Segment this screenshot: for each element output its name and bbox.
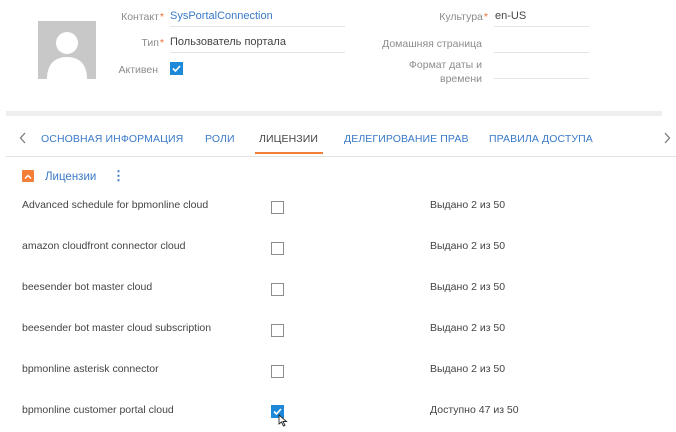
tab-roles[interactable]: РОЛИ xyxy=(205,133,235,145)
type-field[interactable]: Пользователь портала xyxy=(170,36,286,48)
active-tab-indicator xyxy=(255,152,323,154)
license-checkbox[interactable] xyxy=(271,201,284,214)
tab-bar: ОСНОВНАЯ ИНФОРМАЦИЯ РОЛИ ЛИЦЕНЗИИ ДЕЛЕГИ… xyxy=(6,126,676,157)
culture-label: Культура* xyxy=(439,11,488,23)
license-name: bpmonline asterisk connector xyxy=(22,363,159,375)
license-name: Advanced schedule for bpmonline cloud xyxy=(22,199,209,211)
license-status: Доступно 47 из 50 xyxy=(430,404,519,416)
date-format-label: Формат даты и времени xyxy=(408,59,482,85)
license-status: Выдано 2 из 50 xyxy=(430,199,506,211)
active-checkbox[interactable] xyxy=(170,62,183,75)
license-name: bpmonline customer portal cloud xyxy=(22,404,174,416)
homepage-label: Домашняя страница xyxy=(382,38,482,50)
culture-field-underline xyxy=(494,26,589,27)
license-name: beesender bot master cloud xyxy=(22,281,153,293)
avatar[interactable] xyxy=(38,21,96,79)
mouse-cursor-icon xyxy=(278,414,288,432)
section-divider xyxy=(6,111,662,116)
homepage-field-underline xyxy=(494,52,589,53)
tab-delegation[interactable]: ДЕЛЕГИРОВАНИЕ ПРАВ xyxy=(344,133,469,145)
active-label: Активен xyxy=(118,64,159,76)
tab-access-rules[interactable]: ПРАВИЛА ДОСТУПА xyxy=(489,133,593,145)
licenses-section-title[interactable]: Лицензии xyxy=(45,171,96,183)
license-status: Выдано 2 из 50 xyxy=(430,322,506,334)
contact-label: Контакт* xyxy=(121,11,164,23)
contact-field-underline xyxy=(170,26,345,27)
license-checkbox[interactable] xyxy=(271,242,284,255)
culture-field[interactable]: en-US xyxy=(495,10,526,22)
collapse-toggle-icon[interactable] xyxy=(22,170,34,182)
contact-value-link[interactable]: SysPortalConnection xyxy=(170,10,273,22)
chevron-right-icon[interactable] xyxy=(663,131,671,147)
license-status: Выдано 2 из 50 xyxy=(430,363,506,375)
license-checkbox[interactable] xyxy=(271,324,284,337)
license-status: Выдано 2 из 50 xyxy=(430,240,506,252)
chevron-left-icon[interactable] xyxy=(19,131,27,147)
license-checkbox[interactable] xyxy=(271,283,284,296)
date-format-field-underline xyxy=(494,78,589,79)
tab-licenses[interactable]: ЛИЦЕНЗИИ xyxy=(259,133,318,145)
license-name: amazon cloudfront connector cloud xyxy=(22,240,186,252)
tab-main-info[interactable]: ОСНОВНАЯ ИНФОРМАЦИЯ xyxy=(41,133,183,145)
check-icon xyxy=(172,65,181,73)
user-silhouette-icon xyxy=(47,32,87,79)
license-name: beesender bot master cloud subscription xyxy=(22,322,212,334)
license-checkbox[interactable] xyxy=(271,365,284,378)
more-options-icon[interactable]: ⋮ xyxy=(112,168,125,184)
type-label: Тип* xyxy=(141,37,164,49)
type-field-underline xyxy=(170,52,345,53)
license-status: Выдано 2 из 50 xyxy=(430,281,506,293)
